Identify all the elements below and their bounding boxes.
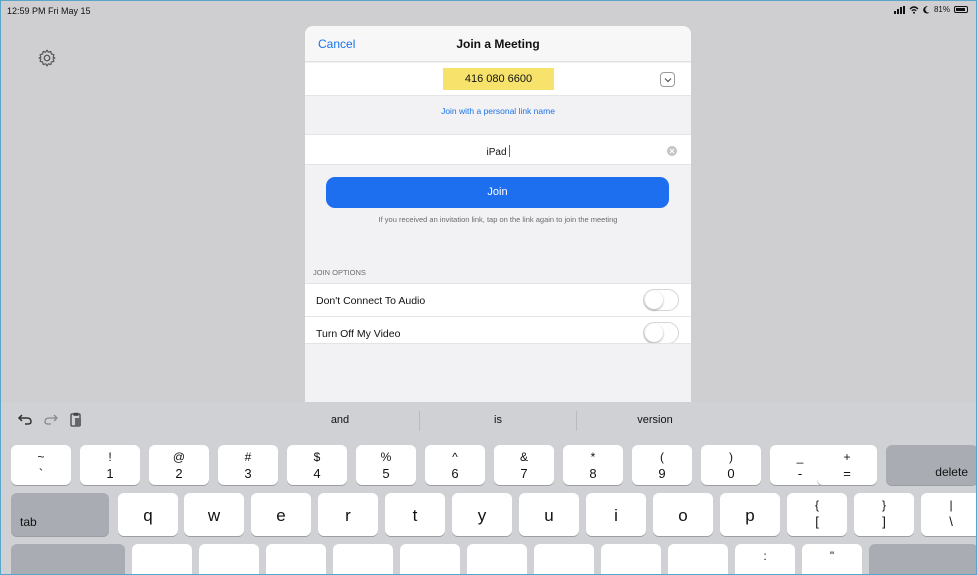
suggestion-divider [576,411,577,431]
join-options-header: JOIN OPTIONS [313,268,366,277]
key-equals[interactable]: + = [817,445,877,485]
key-p[interactable]: p [720,493,780,536]
key-3[interactable]: #3 [218,445,278,485]
paste-icon[interactable] [69,412,83,428]
option-row-audio: Don't Connect To Audio [305,283,691,317]
option-label: Don't Connect To Audio [316,295,426,307]
battery-percent: 81% [933,5,950,14]
key-r[interactable]: r [318,493,378,536]
status-time: 12:59 PM Fri May 15 [7,6,91,16]
key-7[interactable]: & 7 [494,445,554,485]
key-semicolon[interactable]: : [735,544,795,574]
key-f[interactable] [333,544,393,574]
key-6[interactable]: ^ 6 [425,445,485,485]
join-meeting-dialog: Cancel Join a Meeting 416 080 6600 Join … [305,26,691,402]
suggestion-1[interactable]: and [310,414,370,426]
meeting-history-button[interactable] [660,72,675,87]
key-y[interactable]: y [452,493,512,536]
battery-icon [954,6,968,13]
undo-icon[interactable] [17,412,33,426]
key-s[interactable] [199,544,259,574]
key-1[interactable]: ! 1 [80,445,140,485]
caps-lock-key[interactable] [11,544,125,574]
ipad-screen: 12:59 PM Fri May 15 81% Cancel Join a Me… [0,0,977,575]
key-e[interactable]: e [251,493,311,536]
meeting-id-row: 416 080 6600 [305,63,691,96]
key-9[interactable]: (9 [632,445,692,485]
moon-icon [923,5,930,14]
tab-key[interactable]: tab [11,493,109,536]
audio-toggle[interactable] [643,289,679,311]
return-key[interactable] [869,544,976,574]
suggestion-3[interactable]: version [625,414,685,426]
invitation-hint: If you received an invitation link, tap … [378,215,618,224]
clear-button[interactable] [667,146,677,156]
video-toggle[interactable] [643,322,679,343]
redo-icon[interactable] [43,412,59,426]
cellular-icon [893,5,905,14]
key-0[interactable]: ) 0 [701,445,761,485]
keyboard: and is version ~ ` ! 1 @2 #3 $4 % 5 ^ 6 & 7 *… [1,402,976,574]
key-j[interactable] [534,544,594,574]
name-row: iPad [305,134,691,165]
key-h[interactable] [467,544,527,574]
status-indicators: 81% [893,5,968,14]
key-l[interactable] [668,544,728,574]
key-right-bracket[interactable]: }] [854,493,914,536]
key-w[interactable]: w [184,493,244,536]
join-button[interactable]: Join [326,177,669,208]
suggestion-2[interactable]: is [468,414,528,426]
key-backslash[interactable]: | \ [921,493,976,536]
key-t[interactable]: t [385,493,445,536]
gear-icon[interactable] [37,48,57,68]
key-i[interactable]: i [586,493,646,536]
suggestion-divider [419,411,420,431]
key-2[interactable]: @2 [149,445,209,485]
personal-link-button[interactable]: Join with a personal link name [305,106,691,116]
key-quote[interactable]: " [802,544,862,574]
status-bar: 12:59 PM Fri May 15 81% [1,1,976,19]
key-u[interactable]: u [519,493,579,536]
dialog-header: Cancel Join a Meeting [305,26,691,62]
key-left-bracket[interactable]: {[ [787,493,847,536]
key-backtick[interactable]: ~ ` [11,445,71,485]
dialog-title: Join a Meeting [456,37,540,51]
key-k[interactable] [601,544,661,574]
name-input[interactable]: iPad [305,145,691,158]
key-q[interactable]: q [118,493,178,536]
name-value: iPad [486,147,507,158]
option-label: Turn Off My Video [316,328,401,340]
key-g[interactable] [400,544,460,574]
suggestion-bar: and is version [1,402,976,440]
text-cursor [508,145,510,157]
key-a[interactable] [132,544,192,574]
delete-key[interactable]: delete [886,445,976,485]
key-5[interactable]: % 5 [356,445,416,485]
option-row-video: Turn Off My Video [305,317,691,344]
key-8[interactable]: * 8 [563,445,623,485]
wifi-icon [909,5,919,14]
clear-icon [669,148,675,154]
key-4[interactable]: $4 [287,445,347,485]
key-d[interactable] [266,544,326,574]
key-o[interactable]: o [653,493,713,536]
chevron-down-icon [664,77,671,82]
meeting-id-field[interactable]: 416 080 6600 [443,68,554,90]
